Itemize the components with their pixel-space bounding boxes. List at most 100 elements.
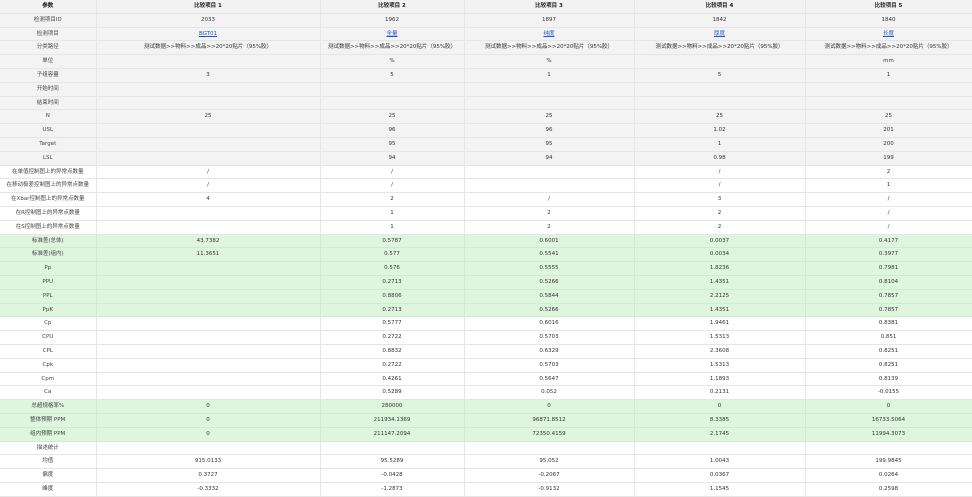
cell-item-4: 2.3608 bbox=[634, 344, 806, 359]
cell-item-4: 2 bbox=[634, 220, 806, 235]
cell-item-3: 94 bbox=[464, 151, 635, 166]
cell-item-3: / bbox=[464, 192, 635, 207]
header-item-1: 比较项目 1 bbox=[96, 0, 321, 14]
item-link[interactable]: 全量 bbox=[386, 31, 397, 37]
cell-item-5: 0.2598 bbox=[805, 482, 972, 497]
table-row: Cpk 0.2722 0.5703 1.5313 0.8251 bbox=[0, 358, 972, 373]
row-label: 分类路径 bbox=[0, 40, 97, 56]
item-link[interactable]: 长度 bbox=[883, 31, 894, 37]
row-label: 偏度 bbox=[0, 468, 97, 483]
cell-item-2 bbox=[320, 82, 465, 97]
header-item-3: 比较项目 3 bbox=[464, 0, 635, 14]
cell-item-2: 0.5289 bbox=[320, 385, 465, 401]
cell-item-5: 0.7857 bbox=[805, 289, 972, 304]
cell-item-5: 16733.5064 bbox=[805, 413, 972, 428]
cell-item-4: 1.4351 bbox=[634, 303, 806, 318]
cell-item-1 bbox=[96, 220, 321, 235]
cell-item-3: 25 bbox=[464, 109, 635, 125]
table-row: 开始时间 bbox=[0, 82, 972, 97]
cell-item-1 bbox=[96, 206, 321, 221]
table-row: 分类路径 测试数据>>物料>>成品>>20*20贴片（95%胶） 测试数据>>物料>… bbox=[0, 40, 972, 56]
table-row: 均值 915.0133 95.5289 95.052 1.0043 199.9845 bbox=[0, 454, 972, 470]
cell-item-1: 4 bbox=[96, 192, 321, 207]
row-label: PPU bbox=[0, 275, 97, 290]
cell-item-5 bbox=[805, 96, 972, 111]
cell-item-2 bbox=[320, 441, 465, 456]
cell-item-1 bbox=[96, 344, 321, 359]
cell-item-2: 0.2722 bbox=[320, 358, 465, 373]
table-body: 检测项目ID 2033 1962 1897 1842 1840 检测项目 BGT01 全量 纯度厚… bbox=[0, 13, 972, 497]
cell-item-3: 0.5266 bbox=[464, 303, 635, 318]
cell-item-4: 2 bbox=[634, 206, 806, 221]
cell-item-5 bbox=[805, 441, 972, 456]
row-label: 总超规格率% bbox=[0, 399, 97, 414]
cell-item-1 bbox=[96, 96, 321, 111]
row-label: 结束时间 bbox=[0, 96, 97, 111]
cell-item-3 bbox=[464, 441, 635, 456]
cell-item-5: mm bbox=[805, 54, 972, 69]
cell-item-3: 1897 bbox=[464, 13, 635, 28]
cell-item-4 bbox=[634, 96, 806, 111]
cell-item-4: 0.2131 bbox=[634, 385, 806, 401]
cell-item-3: 2 bbox=[464, 220, 635, 235]
cell-item-3: 95.052 bbox=[464, 454, 635, 470]
item-link[interactable]: 厚度 bbox=[714, 31, 725, 37]
table-row: 检测项目 BGT01 全量 纯度 厚度 长度 bbox=[0, 27, 972, 42]
cell-item-1 bbox=[96, 372, 321, 387]
cell-item-4: 1 bbox=[634, 137, 806, 152]
row-label: Target bbox=[0, 137, 97, 152]
cell-item-2: -1.2873 bbox=[320, 482, 465, 497]
table-row: 峰度 -0.3332 -1.2873 -0.9132 1.1545 0.2598 bbox=[0, 482, 972, 497]
cell-item-5: 0.3977 bbox=[805, 247, 972, 263]
cell-item-1: 43.7382 bbox=[96, 234, 321, 249]
item-link[interactable]: 纯度 bbox=[543, 31, 554, 37]
cell-item-4: / bbox=[634, 178, 806, 194]
cell-item-4: 1.5313 bbox=[634, 358, 806, 373]
row-label: PPL bbox=[0, 289, 97, 304]
header-param: 参数 bbox=[0, 0, 97, 14]
cell-item-1 bbox=[96, 137, 321, 152]
table-row: 在R控制图上的异常点数量 1 2 2/ bbox=[0, 206, 972, 221]
cell-item-4: 1.9461 bbox=[634, 316, 806, 332]
table-row: CPL 0.8832 0.6329 2.3608 0.8251 bbox=[0, 344, 972, 359]
row-label: USL bbox=[0, 123, 97, 138]
cell-item-1: 915.0133 bbox=[96, 454, 321, 470]
cell-item-2: / bbox=[320, 165, 465, 180]
row-label: 在移动极差控制图上的异常点数量 bbox=[0, 178, 97, 194]
cell-item-1 bbox=[96, 316, 321, 332]
cell-item-1: BGT01 bbox=[96, 27, 321, 42]
cell-item-3 bbox=[464, 82, 635, 97]
row-label: 标准差(总体) bbox=[0, 234, 97, 249]
cell-item-1 bbox=[96, 275, 321, 290]
table-row: 子组容量 3 5 1 5 1 bbox=[0, 68, 972, 83]
cell-item-4: 25 bbox=[634, 109, 806, 125]
cell-item-2: 1 bbox=[320, 206, 465, 221]
item-link[interactable]: BGT01 bbox=[199, 31, 217, 37]
table-row: Pp 0.576 0.5555 1.8236 0.7981 bbox=[0, 261, 972, 276]
cell-item-5: 0.851 bbox=[805, 330, 972, 345]
cell-item-2: % bbox=[320, 54, 465, 69]
row-label: PpK bbox=[0, 303, 97, 318]
cell-item-2: 0.2713 bbox=[320, 303, 465, 318]
cell-item-3: 0.6329 bbox=[464, 344, 635, 359]
header-item-2: 比较项目 2 bbox=[320, 0, 465, 14]
cell-item-5 bbox=[805, 82, 972, 97]
row-label: 检测项目 bbox=[0, 27, 97, 42]
cell-item-2: 0.577 bbox=[320, 247, 465, 263]
header-item-5: 比较项目 5 bbox=[805, 0, 972, 14]
table-row: Ca 0.5289 0.052 0.2131 -0.0155 bbox=[0, 385, 972, 401]
cell-item-3: 72350.4159 bbox=[464, 427, 635, 442]
cell-item-4: 厚度 bbox=[634, 27, 806, 42]
cell-item-4: 0.98 bbox=[634, 151, 806, 166]
table-row: 组内预期 PPM 0 211147.2094 72350.4159 2.1745 1199… bbox=[0, 427, 972, 442]
cell-item-1: 11.3651 bbox=[96, 247, 321, 263]
cell-item-4: 2.2125 bbox=[634, 289, 806, 304]
cell-item-4: 0.0037 bbox=[634, 234, 806, 249]
cell-item-5: / bbox=[805, 206, 972, 221]
cell-item-3: 0.5541 bbox=[464, 247, 635, 263]
cell-item-3: 0.6001 bbox=[464, 234, 635, 249]
cell-item-1 bbox=[96, 358, 321, 373]
cell-item-3: 96 bbox=[464, 123, 635, 138]
cell-item-3: 0.052 bbox=[464, 385, 635, 401]
table-row: PPL 0.8806 0.5844 2.2125 0.7857 bbox=[0, 289, 972, 304]
